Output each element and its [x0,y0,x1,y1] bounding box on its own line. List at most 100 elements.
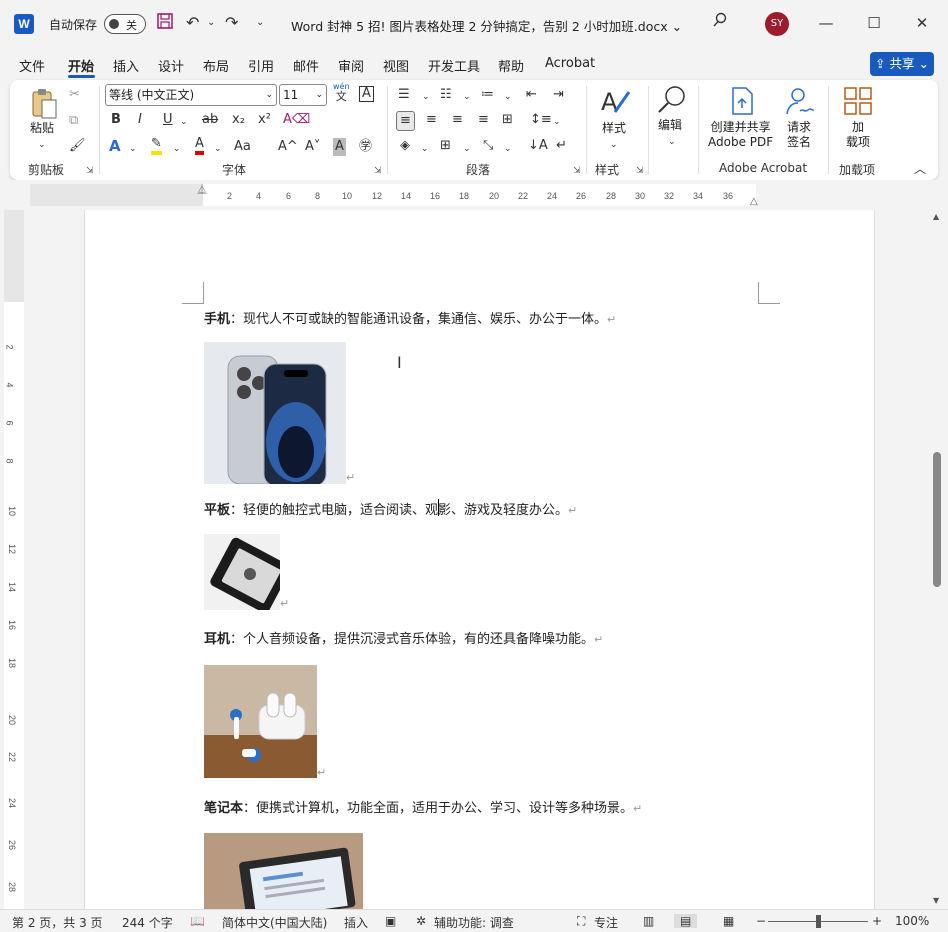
minimize-icon[interactable]: — [815,12,837,34]
document-page[interactable]: 手机：现代人不可或缺的智能通讯设备，集通信、娱乐、办公于一体。↵ ↵ 平板：轻便… [84,210,875,910]
tab-references[interactable]: 引用 [248,56,274,75]
styles-dropdown-icon[interactable]: ⌄ [610,136,618,154]
char-shading-icon[interactable]: A [333,138,346,156]
page-count[interactable]: 第 2 页，共 3 页 [12,914,103,931]
paragraph-launcher-icon[interactable]: ⇲ [573,166,581,176]
sort-icon[interactable]: ↓A [528,137,548,155]
multilevel-list-icon[interactable]: ≔ [481,86,494,104]
numbering-icon[interactable]: ☷ [440,86,452,104]
asian-layout-dropdown-icon[interactable]: ⌄ [504,140,512,158]
show-marks-icon[interactable]: ↵ [556,137,567,155]
document-title[interactable]: Word 封神 5 招! 图片表格处理 2 分钟搞定，告别 2 小时加班.doc… [291,16,682,35]
scroll-down-icon[interactable]: ▼ [933,896,939,905]
tab-file[interactable]: 文件 [19,56,45,75]
maximize-icon[interactable]: ☐ [863,12,885,34]
read-mode-icon[interactable]: ▥ [643,914,654,928]
font-size-combo[interactable]: 11 ⌄ [279,84,327,106]
undo-dropdown-icon[interactable]: ⌄ [207,12,215,34]
borders-icon[interactable]: ⊞ [440,137,451,155]
text-effects-icon[interactable]: A [109,137,121,155]
tab-mailings[interactable]: 邮件 [293,56,319,75]
tab-insert[interactable]: 插入 [113,56,139,75]
justify-button[interactable]: ≡ [478,111,489,129]
paragraph-tablet[interactable]: 平板：轻便的触控式电脑，适合阅读、观影、游戏及轻度办公。↵ [204,499,577,518]
clipboard-launcher-icon[interactable]: ⇲ [86,166,94,176]
customize-qat-icon[interactable]: ⌄ [256,12,264,34]
paste-button[interactable]: 粘贴 [30,121,54,136]
collapse-ribbon-icon[interactable]: ︿ [914,160,926,178]
phonetic-guide-icon[interactable]: wén 文 [333,82,350,103]
strikethrough-button[interactable]: ab [202,111,218,129]
phone-image[interactable] [204,342,346,484]
subscript-button[interactable]: x₂ [232,111,245,129]
accessibility-icon[interactable]: ✲ [416,914,426,928]
create-pdf-button[interactable]: 创建并共享 Adobe PDF [708,120,773,150]
request-sign-icon[interactable] [784,86,816,122]
styles-launcher-icon[interactable]: ⇲ [636,166,644,176]
asian-layout-icon[interactable]: ⤡ [483,137,493,155]
distribute-button[interactable]: ⊞ [502,111,513,129]
create-pdf-icon[interactable] [730,86,756,122]
highlight-dropdown-icon[interactable]: ⌄ [173,140,181,158]
underline-dropdown-icon[interactable]: ⌄ [180,113,188,131]
editing-button[interactable]: 编辑 [658,118,682,133]
horizontal-ruler[interactable]: 2 4 6 8 10 12 14 16 18 20 22 24 26 28 30… [30,184,756,206]
focus-button[interactable]: 专注 [594,914,618,931]
undo-icon[interactable]: ↶ [186,12,199,34]
numbering-dropdown-icon[interactable]: ⌄ [463,88,471,106]
grow-font-button[interactable]: A^ [278,138,298,156]
macro-record-icon[interactable]: ▣ [385,914,396,928]
format-painter-icon[interactable]: 🖌 [69,137,86,155]
change-case-button[interactable]: Aa [234,138,251,156]
user-avatar[interactable]: SY [765,12,789,36]
language-status[interactable]: 简体中文(中国大陆) [222,914,327,931]
highlight-icon[interactable]: ✎ [151,137,162,155]
addins-button[interactable]: 加载项 [846,120,870,150]
align-right-button[interactable]: ≡ [452,111,463,129]
copy-icon[interactable]: ⧉ [69,112,78,130]
zoom-slider-handle[interactable] [816,915,821,928]
tab-view[interactable]: 视图 [383,56,409,75]
zoom-in-icon[interactable]: + [872,914,882,928]
styles-button[interactable]: 样式 [602,121,626,136]
addins-icon[interactable] [843,86,873,122]
save-icon[interactable] [156,12,174,36]
accessibility-status[interactable]: 辅助功能: 调查 [434,914,514,931]
bold-button[interactable]: B [111,111,121,129]
autosave-toggle[interactable]: 关 [104,14,146,34]
proofing-icon[interactable]: 📖 [190,914,205,928]
superscript-button[interactable]: x² [258,111,271,129]
font-color-dropdown-icon[interactable]: ⌄ [214,140,222,158]
paragraph-earbuds[interactable]: 耳机：个人音频设备，提供沉浸式音乐体验，有的还具备降噪功能。↵ [204,628,603,647]
tab-home[interactable]: 开始 [68,56,94,75]
laptop-image[interactable] [204,833,363,910]
shading-icon[interactable]: ◈ [400,137,410,155]
tab-help[interactable]: 帮助 [498,56,524,75]
tab-design[interactable]: 设计 [158,56,184,75]
web-layout-icon[interactable]: ▦ [723,914,734,928]
tab-developer[interactable]: 开发工具 [428,56,480,75]
paragraph-laptop[interactable]: 笔记本：便携式计算机，功能全面，适用于办公、学习、设计等多种场景。↵ [204,797,642,816]
decrease-indent-icon[interactable]: ⇤ [526,86,537,104]
shrink-font-button[interactable]: A˅ [305,138,320,156]
line-spacing-dropdown-icon[interactable]: ⌄ [553,113,561,131]
print-layout-icon[interactable]: ▤ [674,914,698,928]
cut-icon[interactable]: ✂ [69,86,80,104]
focus-icon[interactable]: ⛶ [577,914,585,929]
request-sign-button[interactable]: 请求 签名 [787,120,811,150]
paragraph-phone[interactable]: 手机：现代人不可或缺的智能通讯设备，集通信、娱乐、办公于一体。↵ [204,308,616,327]
zoom-level[interactable]: 100% [895,914,929,928]
tablet-image[interactable] [204,534,280,610]
styles-icon[interactable]: A [599,86,631,122]
scrollbar-thumb[interactable] [933,452,941,587]
search-icon[interactable] [712,12,728,34]
right-indent-marker[interactable]: △ [750,196,758,207]
text-effects-dropdown-icon[interactable]: ⌄ [129,140,137,158]
redo-icon[interactable]: ↷ [225,12,238,34]
find-icon[interactable] [655,84,687,120]
share-button[interactable]: ⇪ 共享 ⌄ [870,52,934,76]
zoom-out-icon[interactable]: − [756,914,766,928]
font-name-combo[interactable]: 等线 (中文正文) ⌄ [105,84,277,106]
insert-mode[interactable]: 插入 [344,914,368,931]
earbuds-image[interactable] [204,665,317,778]
